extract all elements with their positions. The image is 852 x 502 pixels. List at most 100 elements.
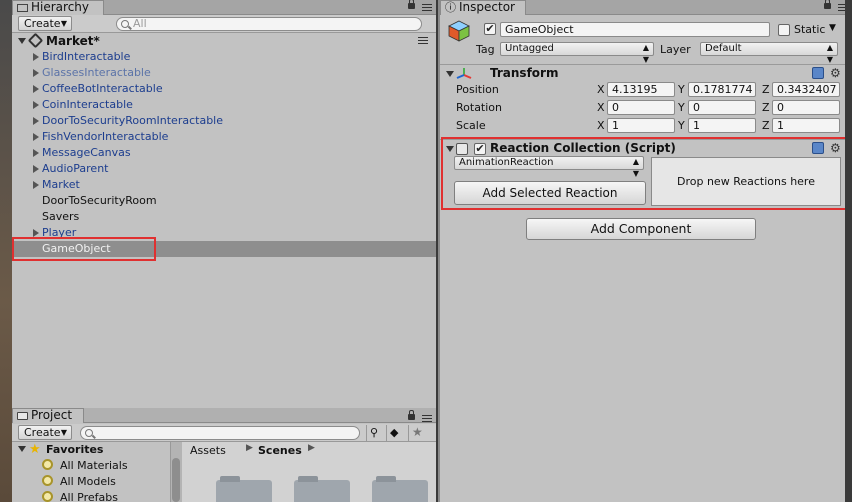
collapse-arrow-icon[interactable] <box>446 71 454 77</box>
transform-z-field[interactable]: 0.3432407 <box>772 82 840 97</box>
favorite-star-icon[interactable]: ★ <box>408 425 424 441</box>
hierarchy-item[interactable]: DoorToSecurityRoom <box>12 193 436 209</box>
hierarchy-item-label: FishVendorInteractable <box>42 130 169 143</box>
tag-dropdown[interactable]: Untagged ▲ ▼ <box>500 42 654 64</box>
hierarchy-item-label: DoorToSecurityRoom <box>42 194 157 207</box>
filter-type-icon[interactable]: ⚲ <box>366 425 382 441</box>
search-filter-icon <box>42 459 53 470</box>
favorites-label[interactable]: Favorites <box>46 443 103 456</box>
scene-row[interactable]: Market* <box>12 32 436 49</box>
unity-scene-icon <box>27 32 44 49</box>
expand-arrow-icon[interactable] <box>33 117 39 125</box>
tab-project[interactable]: Project <box>12 408 84 423</box>
dropdown-arrow-icon: ▲ ▼ <box>642 43 649 64</box>
folder-icon[interactable] <box>216 476 272 502</box>
transform-row-label: Scale <box>456 119 486 132</box>
axis-label-x: X <box>597 101 605 114</box>
hierarchy-item-label: Market <box>42 178 80 191</box>
search-filter-icon <box>42 475 53 486</box>
project-tabbar: Project <box>12 408 436 423</box>
create-button[interactable]: Create ▼ <box>18 425 72 440</box>
scrollbar-thumb[interactable] <box>172 458 180 502</box>
transform-y-field[interactable]: 0 <box>688 100 756 115</box>
hierarchy-item-label: MessageCanvas <box>42 146 131 159</box>
gear-icon[interactable]: ⚙ <box>830 67 841 79</box>
expand-arrow-icon[interactable] <box>33 53 39 61</box>
folder-icon[interactable] <box>372 476 428 502</box>
favorite-item[interactable]: All Materials <box>60 459 128 472</box>
object-name-field[interactable]: GameObject <box>500 22 770 37</box>
panel-menu-icon[interactable] <box>422 415 432 422</box>
breadcrumb-assets[interactable]: Assets <box>190 444 226 457</box>
tab-hierarchy[interactable]: Hierarchy <box>12 0 104 15</box>
favorites-column: ★ Favorites All Materials All Models All… <box>12 442 170 502</box>
panel-menu-icon[interactable] <box>422 4 432 11</box>
transform-y-field[interactable]: 1 <box>688 118 756 133</box>
filter-label-icon[interactable]: ◆ <box>386 425 402 441</box>
highlight-box <box>441 137 852 210</box>
expand-arrow-icon[interactable] <box>33 149 39 157</box>
favorite-item[interactable]: All Models <box>60 475 116 488</box>
collapse-arrow-icon[interactable] <box>18 38 26 44</box>
collapse-arrow-icon[interactable] <box>18 446 26 452</box>
scene-menu-icon[interactable] <box>418 37 428 44</box>
help-book-icon[interactable] <box>812 67 824 79</box>
hierarchy-item[interactable]: Savers <box>12 209 436 225</box>
create-button[interactable]: Create ▼ <box>18 16 72 31</box>
transform-header[interactable]: Transform ⚙ <box>440 64 852 81</box>
static-dropdown-arrow-icon[interactable]: ▼ <box>829 23 836 33</box>
expand-arrow-icon[interactable] <box>33 229 39 237</box>
hierarchy-item[interactable]: MessageCanvas <box>12 145 436 161</box>
tab-inspector[interactable]: ⓘ Inspector <box>440 0 526 15</box>
hierarchy-item[interactable]: CoinInteractable <box>12 97 436 113</box>
transform-x-field[interactable]: 1 <box>607 118 675 133</box>
layer-value: Default <box>705 43 742 54</box>
axis-label-y: Y <box>678 119 685 132</box>
transform-y-value: 0.1781774 <box>693 83 753 96</box>
expand-arrow-icon[interactable] <box>33 165 39 173</box>
hierarchy-item[interactable]: BirdInteractable <box>12 49 436 65</box>
hierarchy-item[interactable]: DoorToSecurityRoomInteractable <box>12 113 436 129</box>
lock-icon[interactable] <box>408 410 415 420</box>
lock-icon[interactable] <box>824 0 831 9</box>
axis-label-z: Z <box>762 101 770 114</box>
transform-z-field[interactable]: 0 <box>772 100 840 115</box>
expand-arrow-icon[interactable] <box>33 101 39 109</box>
transform-y-field[interactable]: 0.1781774 <box>688 82 756 97</box>
assets-view: Assets ▶ Scenes ▶ <box>182 442 436 502</box>
folder-icon[interactable] <box>294 476 350 502</box>
lock-icon[interactable] <box>408 0 415 9</box>
hierarchy-item[interactable]: AudioParent <box>12 161 436 177</box>
scene-view-edge <box>0 0 12 502</box>
transform-x-field[interactable]: 4.13195 <box>607 82 675 97</box>
expand-arrow-icon[interactable] <box>33 85 39 93</box>
hierarchy-item[interactable]: CoffeeBotInteractable <box>12 81 436 97</box>
hierarchy-search-input[interactable]: All <box>116 17 422 31</box>
favorite-item[interactable]: All Prefabs <box>60 491 118 502</box>
expand-arrow-icon[interactable] <box>33 133 39 141</box>
breadcrumb-separator-icon: ▶ <box>246 443 253 453</box>
transform-row-label: Position <box>456 83 499 96</box>
hierarchy-item[interactable]: GlassesInteractable <box>12 65 436 81</box>
expand-arrow-icon[interactable] <box>33 181 39 189</box>
inspector-panel: ⓘ Inspector ✔ GameObject Static ▼ Tag Un… <box>438 0 852 502</box>
active-checkbox[interactable]: ✔ <box>484 23 496 35</box>
transform-x-value: 0 <box>612 101 619 114</box>
tab-hierarchy-label: Hierarchy <box>31 0 90 14</box>
transform-z-field[interactable]: 1 <box>772 118 840 133</box>
project-search-input[interactable] <box>80 426 360 440</box>
add-component-button[interactable]: Add Component <box>526 218 756 240</box>
transform-z-value: 0 <box>777 101 784 114</box>
breadcrumb-scenes[interactable]: Scenes <box>258 444 302 457</box>
hierarchy-item[interactable]: FishVendorInteractable <box>12 129 436 145</box>
axis-label-x: X <box>597 83 605 96</box>
expand-arrow-icon[interactable] <box>33 69 39 77</box>
transform-title: Transform <box>490 66 559 80</box>
tag-label: Tag <box>476 43 495 56</box>
transform-x-field[interactable]: 0 <box>607 100 675 115</box>
transform-row-label: Rotation <box>456 101 503 114</box>
hierarchy-item[interactable]: Market <box>12 177 436 193</box>
gameobject-cube-icon <box>448 20 470 42</box>
static-checkbox[interactable] <box>778 24 790 36</box>
layer-dropdown[interactable]: Default ▲ ▼ <box>700 42 838 64</box>
